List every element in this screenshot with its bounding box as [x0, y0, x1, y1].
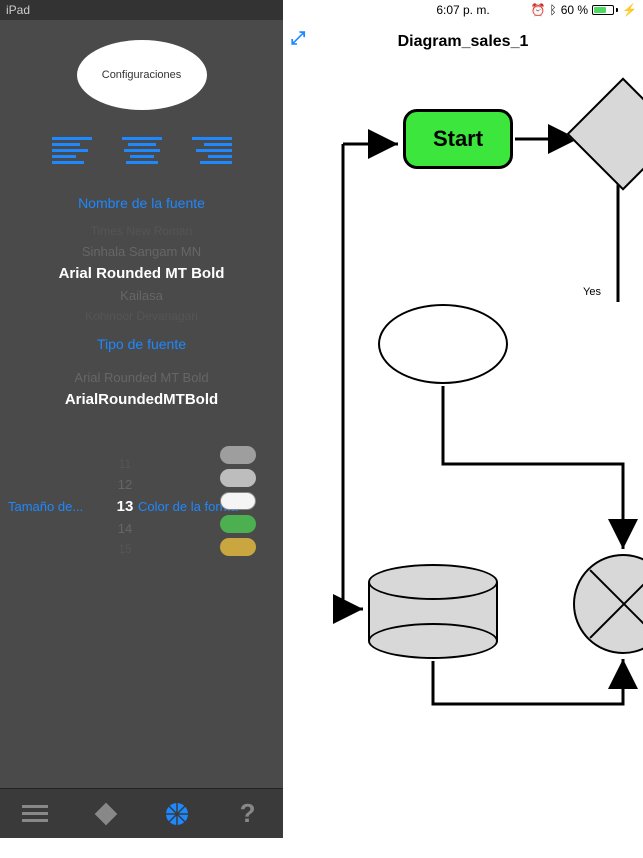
connectors: [283, 64, 643, 858]
size-option[interactable]: 15: [95, 539, 155, 559]
decision-node[interactable]: [566, 77, 643, 190]
color-swatch-selected[interactable]: [220, 492, 256, 510]
cylinder-node[interactable]: [368, 564, 498, 659]
canvas[interactable]: Start Yes: [283, 64, 643, 858]
diagram-title: Diagram_sales_1: [398, 33, 529, 51]
font-type-option-selected[interactable]: ArialRoundedMTBold: [0, 388, 283, 411]
font-type-picker[interactable]: Arial Rounded MT Bold ArialRoundedMTBold: [0, 367, 283, 411]
battery-percent: 60 %: [561, 3, 588, 17]
color-swatch[interactable]: [220, 446, 256, 464]
bottom-tabs: ?: [0, 788, 283, 838]
yes-label: Yes: [583, 286, 601, 298]
align-center-button[interactable]: [122, 130, 162, 170]
status-bar-right: 6:07 p. m. ⏰ ᛒ 60 % ⚡: [283, 0, 643, 20]
font-name-picker[interactable]: Times New Roman Sinhala Sangam MN Arial …: [0, 221, 283, 326]
config-title: Configuraciones: [102, 69, 182, 81]
time: 6:07 p. m.: [436, 3, 489, 17]
config-title-oval: Configuraciones: [77, 40, 207, 110]
tab-help-icon[interactable]: ?: [233, 799, 263, 829]
charging-icon: ⚡: [622, 3, 637, 17]
status-bar-left: iPad: [0, 0, 283, 20]
font-option[interactable]: Sinhala Sangam MN: [0, 241, 283, 262]
start-node[interactable]: Start: [403, 109, 513, 169]
expand-icon[interactable]: ⤢: [291, 28, 305, 49]
device-label: iPad: [6, 3, 277, 17]
battery-icon: [592, 5, 618, 15]
alignment-row: [0, 130, 283, 170]
color-swatch[interactable]: [220, 515, 256, 533]
size-label: Tamaño de...: [8, 499, 83, 514]
font-option[interactable]: Kohinoor Devanagari: [0, 306, 283, 326]
font-type-label: Tipo de fuente: [0, 336, 283, 352]
font-name-label: Nombre de la fuente: [0, 195, 283, 211]
bluetooth-icon: ᛒ: [549, 3, 556, 17]
font-option[interactable]: Kailasa: [0, 285, 283, 306]
summing-node[interactable]: [573, 554, 643, 654]
size-option[interactable]: 12: [95, 474, 155, 495]
font-option-selected[interactable]: Arial Rounded MT Bold: [0, 262, 283, 285]
color-swatch[interactable]: [220, 538, 256, 556]
size-option[interactable]: 11: [95, 454, 155, 474]
alarm-icon: ⏰: [531, 3, 546, 17]
tab-list-icon[interactable]: [20, 799, 50, 829]
tab-shape-icon[interactable]: [91, 799, 121, 829]
align-right-button[interactable]: [192, 130, 232, 170]
color-picker[interactable]: [208, 446, 268, 556]
tab-style-icon[interactable]: [162, 799, 192, 829]
color-swatch[interactable]: [220, 469, 256, 487]
canvas-header: ⤢ Diagram_sales_1: [283, 20, 643, 64]
sidebar: iPad Configuraciones Nombre de la fuente…: [0, 0, 283, 838]
size-option[interactable]: 14: [95, 518, 155, 539]
font-type-option[interactable]: Arial Rounded MT Bold: [0, 367, 283, 388]
font-option[interactable]: Times New Roman: [0, 221, 283, 241]
align-left-button[interactable]: [52, 130, 92, 170]
canvas-area: 6:07 p. m. ⏰ ᛒ 60 % ⚡ ⤢ Diagram_sales_1: [283, 0, 643, 838]
ellipse-node[interactable]: [378, 304, 508, 384]
